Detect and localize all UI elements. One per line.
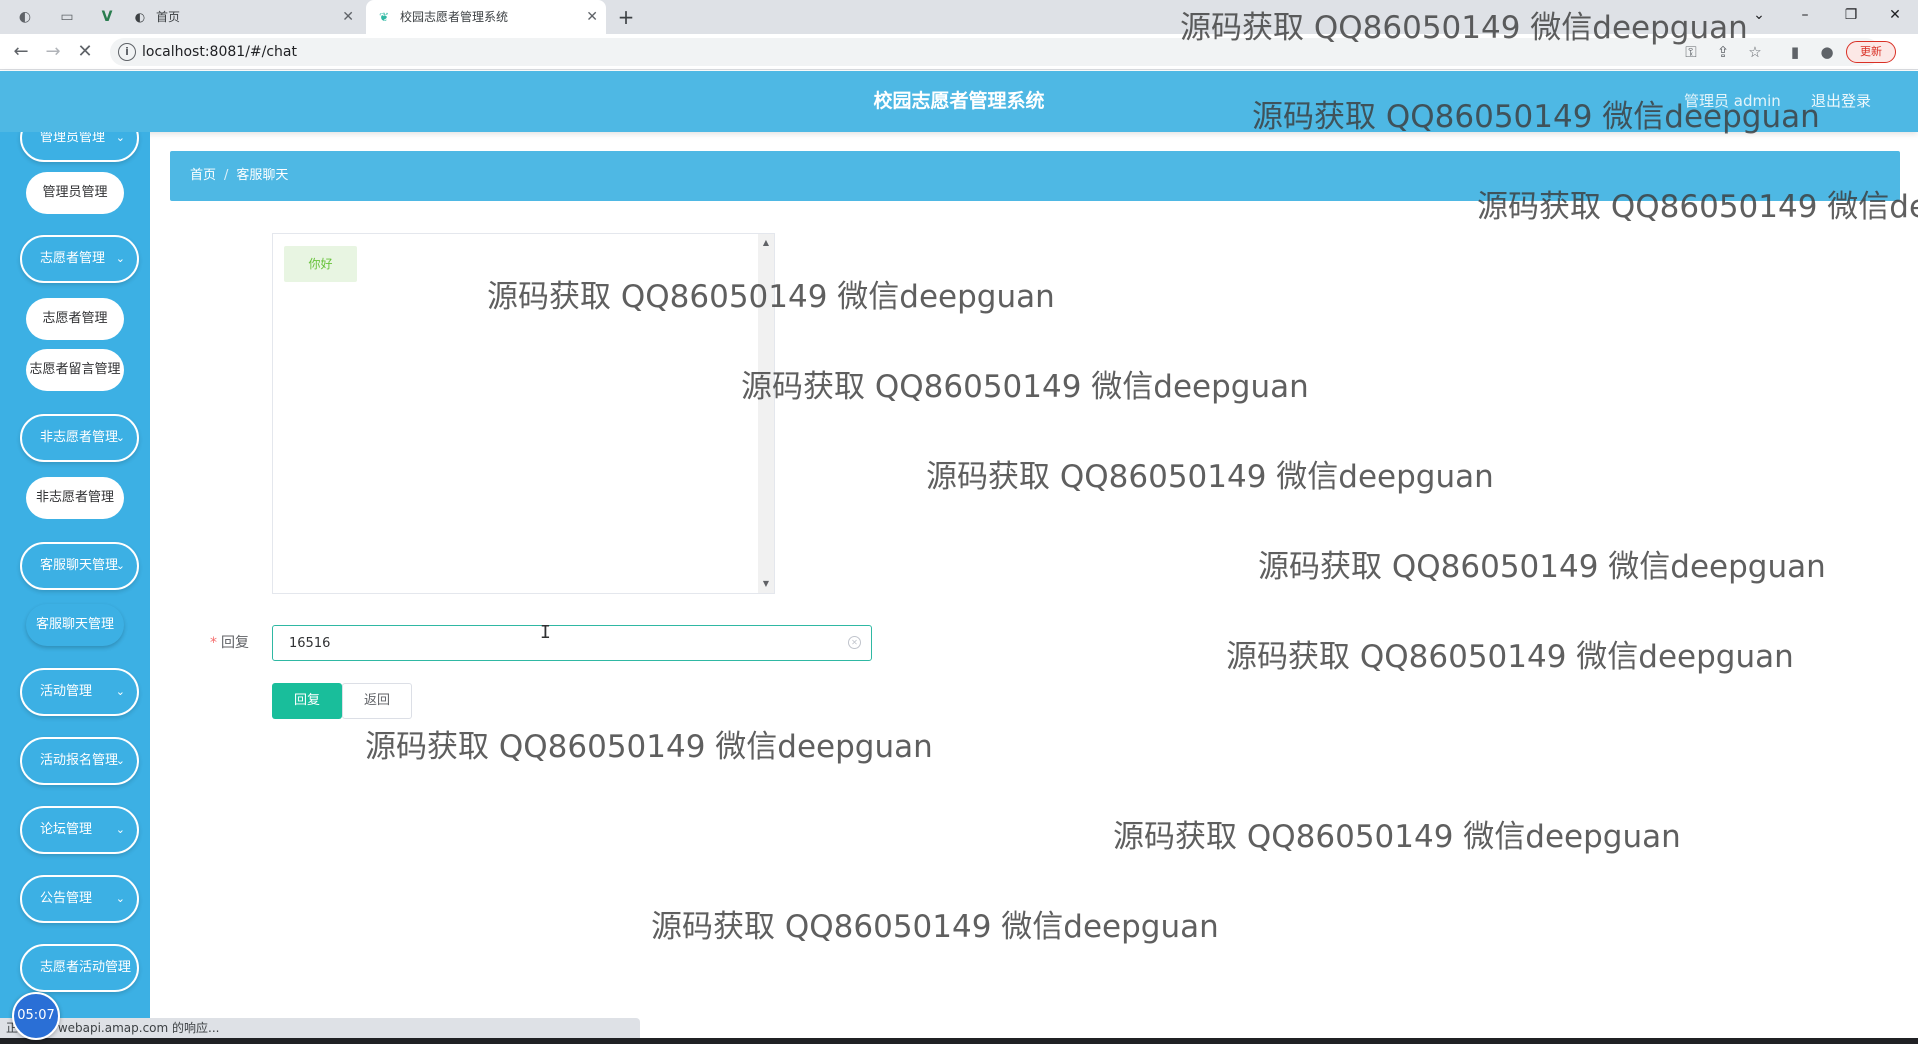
- sidebar-item-volunteer[interactable]: 志愿者管理: [26, 298, 124, 340]
- watermark: 源码获取 QQ86050149 微信deepguan: [1180, 10, 1748, 46]
- forward-icon[interactable]: →: [42, 41, 64, 63]
- tab-home[interactable]: ◐ 首页 ✕: [132, 0, 362, 34]
- chevron-down-icon: ⌄: [115, 961, 125, 974]
- close-icon[interactable]: ✕: [586, 0, 598, 34]
- watermark: 源码获取 QQ86050149 微信deepguan: [1477, 189, 1918, 225]
- browser-update-button[interactable]: 更新: [1846, 41, 1896, 63]
- breadcrumb-current: 客服聊天: [236, 168, 289, 183]
- reply-button[interactable]: 回复: [272, 683, 342, 719]
- close-icon[interactable]: ✕: [342, 0, 354, 34]
- chevron-down-icon: ⌄: [115, 892, 125, 905]
- sidebar-group-label: 非志愿者管理: [40, 430, 119, 445]
- sidebar-group-forum[interactable]: 论坛管理 ⌄: [20, 806, 139, 854]
- sidebar-group-label: 客服聊天管理: [40, 558, 119, 573]
- new-tab-button[interactable]: +: [614, 0, 638, 34]
- sidebar-group-label: 活动管理: [40, 684, 93, 699]
- chevron-down-icon: ⌄: [115, 685, 125, 698]
- sidebar-group-label: 志愿者管理: [40, 251, 106, 266]
- address-url[interactable]: localhost:8081/#/chat: [142, 38, 297, 66]
- sidebar-item-chat[interactable]: 客服聊天管理: [26, 604, 124, 646]
- sidebar-group-non-volunteer[interactable]: 非志愿者管理 ⌄: [20, 414, 139, 462]
- watermark: 源码获取 QQ86050149 微信deepguan: [1226, 639, 1794, 675]
- window-close-button[interactable]: ✕: [1872, 0, 1918, 34]
- watermark: 源码获取 QQ86050149 微信deepguan: [365, 729, 933, 765]
- required-mark: *: [210, 635, 217, 651]
- profile-icon[interactable]: ●: [1816, 41, 1838, 63]
- chat-message: 你好: [284, 246, 357, 282]
- tab-home-label: 首页: [156, 10, 181, 24]
- sidebar-group-activity[interactable]: 活动管理 ⌄: [20, 668, 139, 716]
- chevron-down-icon: ⌄: [115, 132, 125, 144]
- reply-input[interactable]: [272, 625, 872, 661]
- chevron-down-icon: ⌄: [115, 559, 125, 572]
- chevron-down-icon: ⌄: [115, 754, 125, 767]
- chevron-down-icon: ⌄: [115, 823, 125, 836]
- tab-active[interactable]: ❦ 校园志愿者管理系统 ✕: [366, 0, 606, 34]
- back-icon[interactable]: ←: [10, 41, 32, 63]
- bottom-strip: [0, 1038, 1918, 1044]
- watermark: 源码获取 QQ86050149 微信deepguan: [926, 459, 1494, 495]
- sidebar-item-volunteer-messages[interactable]: 志愿者留言管理: [26, 349, 124, 391]
- breadcrumb-home[interactable]: 首页: [190, 168, 216, 183]
- sidebar-group-chat[interactable]: 客服聊天管理 ⌄: [20, 542, 139, 590]
- sidebar-group-volunteer-activity[interactable]: 志愿者活动管理 ⌄: [20, 944, 139, 992]
- vue-tab-icon[interactable]: V: [96, 6, 118, 28]
- restore-button[interactable]: ❐: [1828, 0, 1874, 34]
- sidebar-group-label: 活动报名管理: [40, 753, 119, 768]
- sidebar-item-admin[interactable]: 管理员管理: [26, 172, 124, 214]
- watermark: 源码获取 QQ86050149 微信deepguan: [487, 279, 1055, 315]
- watermark: 源码获取 QQ86050149 微信deepguan: [1252, 99, 1820, 135]
- reply-label-text: 回复: [221, 635, 249, 651]
- minimize-button[interactable]: –: [1782, 0, 1828, 34]
- sidebar-group-admin[interactable]: 管理员管理 ⌄: [20, 132, 139, 162]
- browser-status-bar: 正在等待 webapi.amap.com 的响应...: [0, 1018, 640, 1038]
- watermark: 源码获取 QQ86050149 微信deepguan: [741, 369, 1309, 405]
- browser-globe-icon[interactable]: ◐: [14, 6, 36, 28]
- sidebar: 管理员管理 ⌄ 管理员管理 志愿者管理 ⌄ 志愿者管理 志愿者留言管理 非志愿者…: [0, 132, 150, 1018]
- side-panel-icon[interactable]: ▮: [1784, 41, 1806, 63]
- back-button[interactable]: 返回: [342, 683, 412, 719]
- scroll-up-icon[interactable]: ▲: [758, 236, 774, 250]
- watermark: 源码获取 QQ86050149 微信deepguan: [1113, 819, 1681, 855]
- sidebar-group-label: 管理员管理: [40, 132, 106, 145]
- watermark: 源码获取 QQ86050149 微信deepguan: [651, 909, 1219, 945]
- breadcrumb: 首页 / 客服聊天: [190, 151, 288, 201]
- pinned-tab-icon[interactable]: ▭: [56, 6, 78, 28]
- sidebar-item-non-volunteer[interactable]: 非志愿者管理: [26, 477, 124, 519]
- sidebar-group-label: 论坛管理: [40, 822, 93, 837]
- chevron-down-icon: ⌄: [115, 252, 125, 265]
- globe-icon: ◐: [134, 10, 146, 24]
- breadcrumb-separator: /: [224, 168, 229, 183]
- clock-badge: 05:07: [12, 992, 60, 1040]
- sidebar-group-activity-signup[interactable]: 活动报名管理 ⌄: [20, 737, 139, 785]
- chevron-down-icon: ⌄: [115, 431, 125, 444]
- sidebar-group-volunteer[interactable]: 志愿者管理 ⌄: [20, 235, 139, 283]
- site-info-icon[interactable]: i: [118, 43, 136, 61]
- watermark: 源码获取 QQ86050149 微信deepguan: [1258, 549, 1826, 585]
- clear-input-icon[interactable]: ✕: [848, 636, 861, 649]
- logout-link[interactable]: 退出登录: [1811, 71, 1871, 132]
- scroll-down-icon[interactable]: ▼: [758, 577, 774, 591]
- tab-active-label: 校园志愿者管理系统: [400, 10, 509, 24]
- sidebar-group-label: 公告管理: [40, 891, 93, 906]
- app-leaf-icon: ❦: [378, 10, 390, 24]
- stop-loading-icon[interactable]: ✕: [74, 41, 96, 63]
- reply-label: * 回复: [210, 626, 249, 660]
- sidebar-group-notice[interactable]: 公告管理 ⌄: [20, 875, 139, 923]
- text-cursor-icon: I: [540, 622, 551, 643]
